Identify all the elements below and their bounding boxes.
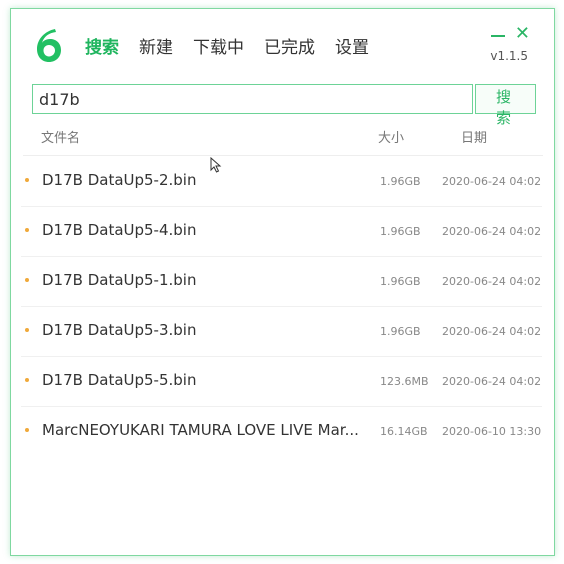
file-size: 123.6MB (380, 375, 429, 388)
version-label: v1.1.5 (490, 49, 528, 63)
file-date: 2020-06-10 13:30 (442, 425, 542, 438)
file-date: 2020-06-24 04:02 (442, 375, 542, 388)
file-name: D17B DataUp5-1.bin (42, 271, 197, 289)
bullet-icon (25, 278, 29, 282)
file-size: 1.96GB (380, 225, 421, 238)
file-name: D17B DataUp5-4.bin (42, 221, 197, 239)
file-size: 1.96GB (380, 275, 421, 288)
header-size: 大小 (378, 131, 405, 146)
table-row[interactable]: D17B DataUp5-5.bin 123.6MB 2020-06-24 04… (21, 357, 542, 407)
header-divider (23, 155, 543, 156)
header-date: 日期 (461, 131, 488, 146)
search-button[interactable]: 搜 索 (475, 84, 536, 127)
file-size: 1.96GB (380, 325, 421, 338)
nav-tab-new[interactable]: 新建 (139, 33, 173, 58)
main-nav: 搜索 新建 下载中 已完成 设置 (85, 33, 369, 58)
minimize-icon[interactable] (490, 35, 505, 37)
file-name: D17B DataUp5-2.bin (42, 171, 197, 189)
nav-tab-settings[interactable]: 设置 (335, 33, 369, 58)
file-date: 2020-06-24 04:02 (442, 225, 542, 238)
file-date: 2020-06-24 04:02 (442, 275, 542, 288)
file-name: D17B DataUp5-3.bin (42, 321, 197, 339)
search-input[interactable] (32, 84, 473, 114)
file-date: 2020-06-24 04:02 (442, 325, 542, 338)
results-list: D17B DataUp5-2.bin 1.96GB 2020-06-24 04:… (11, 157, 556, 456)
table-row[interactable]: MarcNEOYUKARI TAMURA LOVE LIVE Mar... 16… (21, 407, 542, 456)
bullet-icon (25, 378, 29, 382)
app-window: 搜索 新建 下载中 已完成 设置 ✕ v1.1.5 搜 索 文件名 大小 日期 … (10, 8, 555, 556)
table-row[interactable]: D17B DataUp5-4.bin 1.96GB 2020-06-24 04:… (21, 207, 542, 257)
bullet-icon (25, 328, 29, 332)
nav-tab-search[interactable]: 搜索 (85, 33, 119, 58)
file-size: 1.96GB (380, 175, 421, 188)
table-row[interactable]: D17B DataUp5-2.bin 1.96GB 2020-06-24 04:… (21, 157, 542, 207)
file-name: D17B DataUp5-5.bin (42, 371, 197, 389)
search-bar: 搜 索 (32, 84, 537, 127)
nav-tab-downloading[interactable]: 下载中 (193, 33, 244, 58)
table-row[interactable]: D17B DataUp5-1.bin 1.96GB 2020-06-24 04:… (21, 257, 542, 307)
bullet-icon (25, 228, 29, 232)
window-controls: ✕ (490, 25, 530, 43)
file-name: MarcNEOYUKARI TAMURA LOVE LIVE Mar... (42, 421, 359, 439)
table-row[interactable]: D17B DataUp5-3.bin 1.96GB 2020-06-24 04:… (21, 307, 542, 357)
mouse-cursor-icon (210, 157, 222, 173)
nav-tab-completed[interactable]: 已完成 (264, 33, 315, 58)
bullet-icon (25, 178, 29, 182)
file-size: 16.14GB (380, 425, 428, 438)
header-filename: 文件名 (41, 131, 81, 146)
app-logo-icon (37, 29, 61, 62)
bullet-icon (25, 428, 29, 432)
table-header: 文件名 大小 日期 (41, 127, 541, 149)
close-icon[interactable]: ✕ (515, 25, 530, 43)
file-date: 2020-06-24 04:02 (442, 175, 542, 188)
